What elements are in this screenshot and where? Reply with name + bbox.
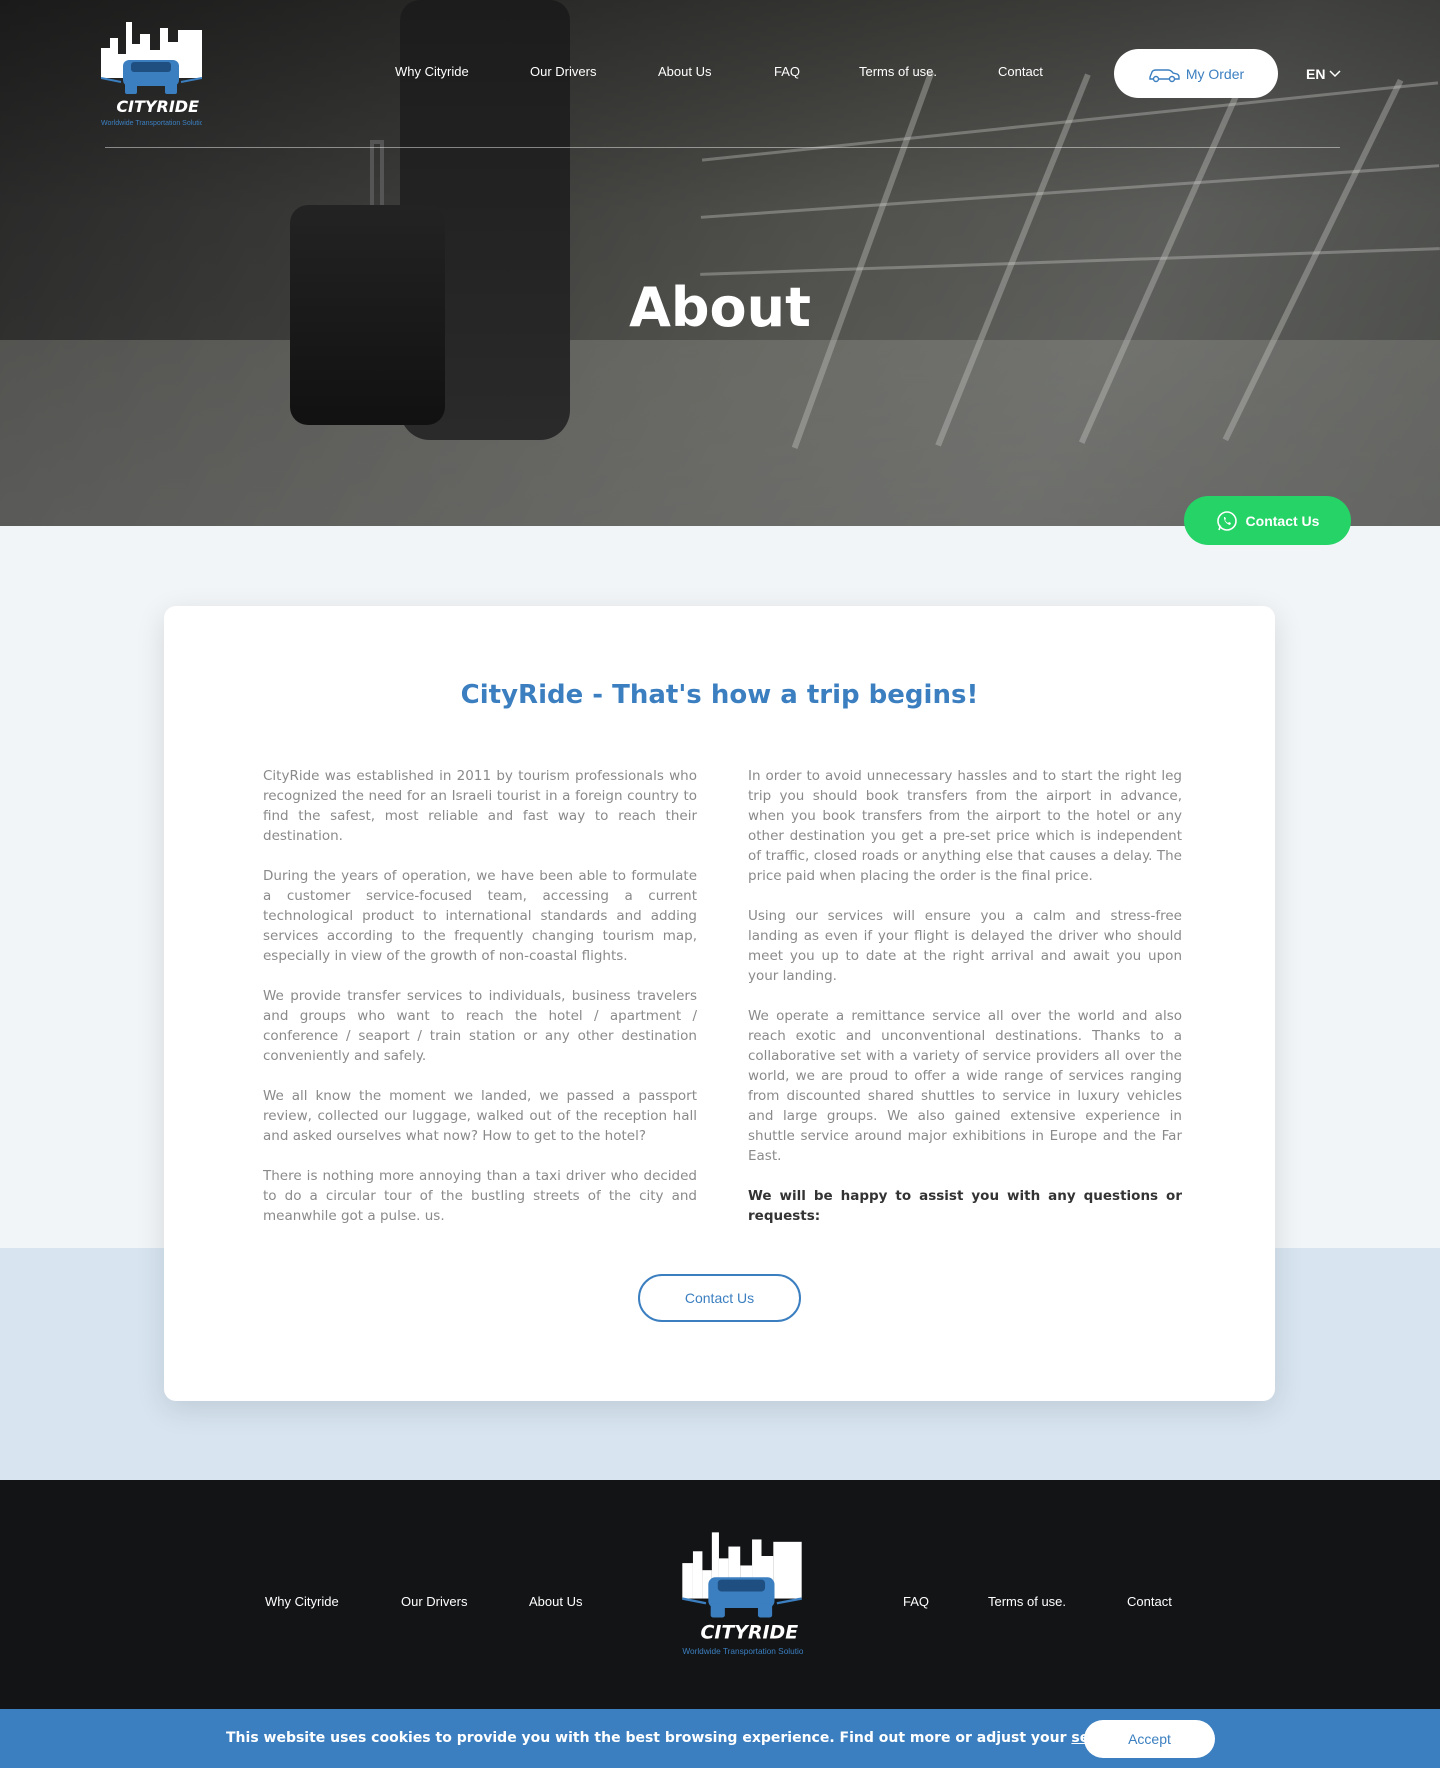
nav-terms[interactable]: Terms of use. xyxy=(859,64,937,79)
footer-why-cityride[interactable]: Why Cityride xyxy=(265,1594,339,1609)
nav-about-us[interactable]: About Us xyxy=(658,64,711,79)
page-title: About xyxy=(629,276,811,339)
about-paragraph: There is nothing more annoying than a ta… xyxy=(263,1168,697,1224)
cookie-text-wrap: This website uses cookies to provide you… xyxy=(226,1730,1141,1746)
cityride-logo[interactable]: CITYRIDE Worldwide Transportation Soluti… xyxy=(101,20,202,130)
contact-us-button[interactable]: Contact Us xyxy=(638,1274,801,1322)
cookie-text: This website uses cookies to provide you… xyxy=(226,1730,1067,1746)
footer: Why Cityride Our Drivers About Us FAQ Te… xyxy=(0,1480,1440,1710)
hero-rail xyxy=(700,164,1440,219)
about-paragraph: Using our services will ensure you a cal… xyxy=(748,908,1182,984)
about-paragraph: CityRide was established in 2011 by tour… xyxy=(263,768,697,844)
footer-logo-wordmark: CITYRIDE xyxy=(701,1622,799,1644)
cookie-accept-button[interactable]: Accept xyxy=(1084,1720,1215,1758)
nav-contact[interactable]: Contact xyxy=(998,64,1043,79)
about-paragraph: We provide transfer services to individu… xyxy=(263,988,697,1064)
footer-logo[interactable]: CITYRIDE Worldwide Transportation Soluti… xyxy=(681,1530,803,1660)
about-left-column: CityRide was established in 2011 by tour… xyxy=(263,766,697,1246)
header-divider xyxy=(105,147,1340,148)
logo-tagline: Worldwide Transportation Solutions xyxy=(101,120,202,127)
footer-about-us[interactable]: About Us xyxy=(529,1594,582,1609)
about-heading: CityRide - That's how a trip begins! xyxy=(460,680,979,710)
language-label: EN xyxy=(1306,66,1326,82)
nav-faq[interactable]: FAQ xyxy=(774,64,800,79)
nav-our-drivers[interactable]: Our Drivers xyxy=(530,64,596,79)
my-order-label: My Order xyxy=(1185,65,1245,82)
about-closing-text: We will be happy to assist you with any … xyxy=(748,1188,1182,1224)
my-order-button[interactable]: My Order xyxy=(1114,49,1278,98)
footer-our-drivers[interactable]: Our Drivers xyxy=(401,1594,467,1609)
about-paragraph: In order to avoid unnecessary hassles an… xyxy=(748,768,1182,884)
footer-faq[interactable]: FAQ xyxy=(903,1594,929,1609)
cookie-bar: This website uses cookies to provide you… xyxy=(0,1709,1440,1768)
about-paragraph: During the years of operation, we have b… xyxy=(263,868,697,964)
logo-wordmark: CITYRIDE xyxy=(116,97,199,116)
about-paragraph: We operate a remittance service all over… xyxy=(748,1008,1182,1164)
language-selector[interactable]: EN xyxy=(1306,66,1341,82)
footer-contact[interactable]: Contact xyxy=(1127,1594,1172,1609)
car-icon xyxy=(1149,68,1180,82)
whatsapp-contact-button[interactable]: Contact Us xyxy=(1184,496,1351,545)
chevron-down-icon xyxy=(1329,70,1341,78)
about-card: CityRide - That's how a trip begins! Cit… xyxy=(164,606,1275,1401)
footer-terms[interactable]: Terms of use. xyxy=(988,1594,1066,1609)
whatsapp-label: Contact Us xyxy=(1245,512,1320,529)
about-paragraph: We all know the moment we landed, we pas… xyxy=(263,1088,697,1144)
whatsapp-icon xyxy=(1216,510,1237,531)
nav-why-cityride[interactable]: Why Cityride xyxy=(395,64,469,79)
footer-logo-tagline: Worldwide Transportation Solutions xyxy=(682,1647,803,1656)
about-right-column: In order to avoid unnecessary hassles an… xyxy=(748,766,1182,1246)
hero-rail xyxy=(700,247,1440,276)
